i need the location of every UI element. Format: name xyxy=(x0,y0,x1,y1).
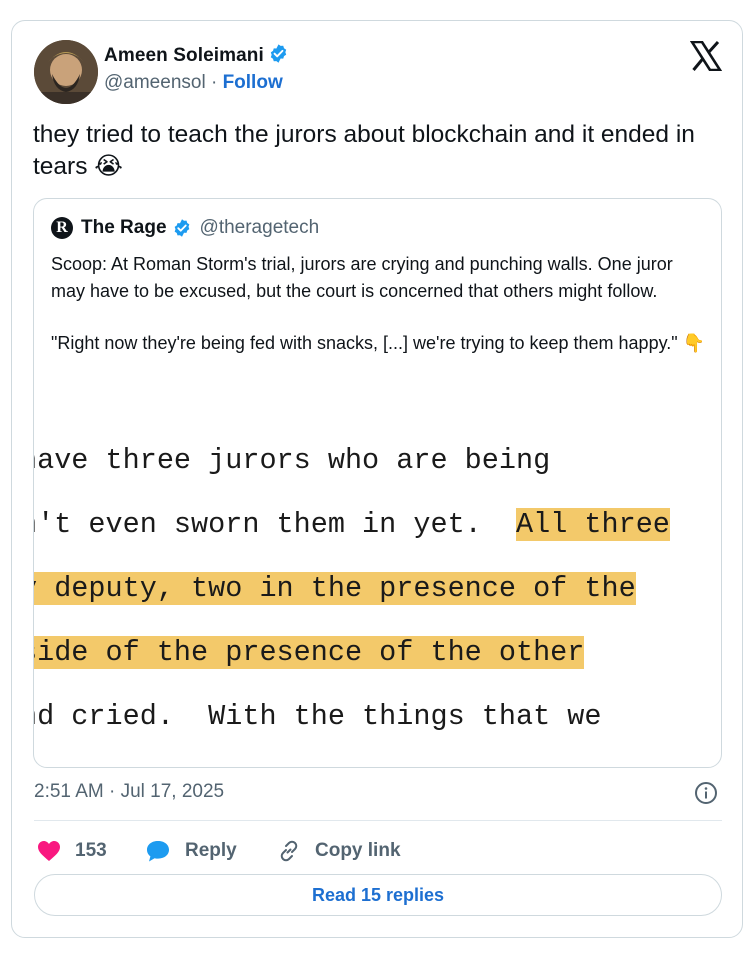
transcript-line: have three jurors who are being xyxy=(34,444,551,477)
transcript-line: side of the presence of the other xyxy=(34,633,585,673)
reply-button[interactable]: Reply xyxy=(145,836,237,866)
separator: · xyxy=(210,72,218,93)
quote-text: Scoop: At Roman Storm's trial, jurors ar… xyxy=(51,251,711,357)
follow-button[interactable]: Follow xyxy=(223,72,283,93)
transcript-text: n't even sworn them in yet. xyxy=(34,508,516,541)
quote-author-name[interactable]: The Rage xyxy=(81,217,167,239)
transcript-line: nd cried. With the things that we xyxy=(34,700,602,733)
copy-link-label: Copy link xyxy=(315,840,401,861)
reply-label: Reply xyxy=(185,840,237,861)
read-replies-button[interactable]: Read 15 replies xyxy=(34,874,722,916)
transcript-highlight: All three xyxy=(515,508,670,541)
author-name[interactable]: Ameen Soleimani xyxy=(104,43,289,70)
copy-link-button[interactable]: Copy link xyxy=(277,836,401,866)
heart-icon xyxy=(38,841,60,861)
transcript-line: n't even sworn them in yet. All three xyxy=(34,505,670,545)
quote-avatar[interactable]: R xyxy=(51,217,73,239)
author-name-text[interactable]: Ameen Soleimani xyxy=(104,45,264,66)
tweet-card: Ameen Soleimani @ameensol · Follow they … xyxy=(11,20,743,938)
tweet-text: they tried to teach the jurors about blo… xyxy=(33,121,695,180)
quote-author-handle: @theragetech xyxy=(199,217,320,238)
verified-badge-icon xyxy=(172,218,192,238)
verified-badge-icon xyxy=(268,43,289,70)
divider xyxy=(34,820,722,821)
transcript-line: y deputy, two in the presence of the xyxy=(34,569,636,609)
like-count: 153 xyxy=(75,840,107,861)
action-bar: 153 Reply Copy link xyxy=(34,836,722,866)
transcript-highlight: y deputy, two in the presence of the xyxy=(34,572,636,605)
reply-bubble-icon xyxy=(147,841,169,862)
link-icon xyxy=(280,840,298,862)
avatar[interactable] xyxy=(34,40,98,104)
transcript-highlight: side of the presence of the other xyxy=(34,636,585,669)
quote-header: R The Rage @theragetech xyxy=(51,217,319,239)
author-handle-line: @ameensol · Follow xyxy=(104,72,283,94)
quoted-tweet[interactable]: R The Rage @theragetech Scoop: At Roman … xyxy=(33,198,722,768)
info-icon[interactable] xyxy=(694,781,718,805)
quote-media-image[interactable]: have three jurors who are being n't even… xyxy=(34,435,721,767)
tweet-timestamp[interactable]: 2:51 AM · Jul 17, 2025 xyxy=(34,781,224,803)
like-button[interactable]: 153 xyxy=(37,836,107,866)
x-logo-icon[interactable] xyxy=(689,40,723,72)
quote-paragraph: "Right now they're being fed with snacks… xyxy=(51,333,706,353)
author-handle[interactable]: @ameensol xyxy=(104,72,206,93)
quote-paragraph: Scoop: At Roman Storm's trial, jurors ar… xyxy=(51,254,673,301)
